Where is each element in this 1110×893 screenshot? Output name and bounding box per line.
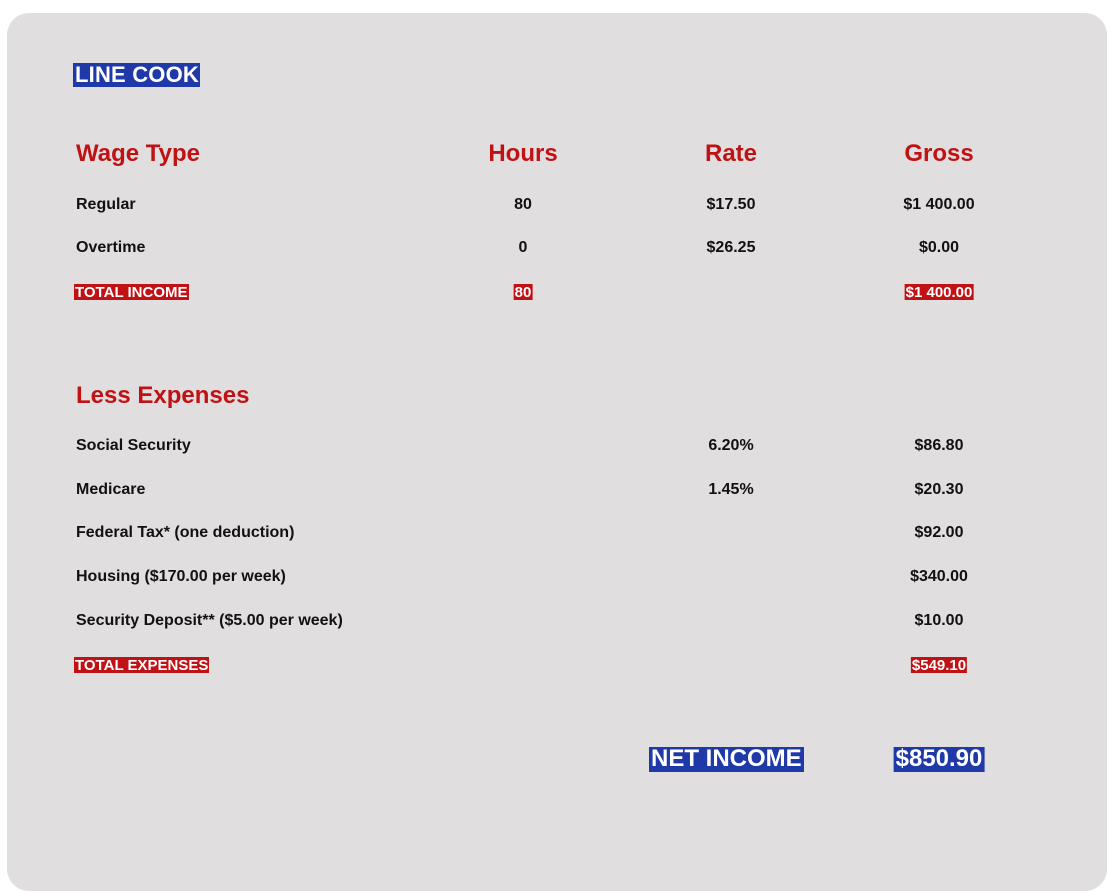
expense-row-label: Social Security — [76, 437, 191, 454]
expense-row-amount: $92.00 — [914, 524, 964, 541]
wage-row-label: Regular — [76, 196, 136, 213]
total-expenses-amount: $549.10 — [910, 657, 968, 674]
wage-row-gross: $0.00 — [918, 239, 960, 256]
expense-row-amount: $10.00 — [914, 612, 964, 629]
job-title: LINE COOK — [73, 62, 201, 87]
wage-row-label: Overtime — [76, 239, 146, 256]
expense-row-rate: 6.20% — [708, 437, 754, 454]
expense-row-label: Security Deposit** ($5.00 per week) — [76, 612, 343, 629]
expense-row-label: Federal Tax* (one deduction) — [76, 524, 295, 541]
wage-row-hours: 80 — [514, 196, 532, 213]
net-income-label: NET INCOME — [649, 745, 804, 772]
expense-row-label: Medicare — [76, 481, 146, 498]
wage-row-rate: $26.25 — [706, 239, 756, 256]
expense-row-amount: $20.30 — [914, 481, 964, 498]
total-income-hours: 80 — [513, 284, 533, 301]
wage-row-hours: 0 — [518, 239, 528, 256]
total-income-label: TOTAL INCOME — [74, 284, 189, 301]
net-income-amount: $850.90 — [893, 745, 985, 772]
expense-row-amount: $86.80 — [914, 437, 964, 454]
paystub-card: LINE COOK Wage Type Hours Rate Gross Reg… — [7, 13, 1107, 891]
header-rate: Rate — [704, 140, 758, 167]
header-hours: Hours — [488, 140, 558, 167]
expense-row-rate: 1.45% — [708, 481, 754, 498]
total-expenses-label: TOTAL EXPENSES — [74, 657, 210, 674]
header-gross: Gross — [904, 140, 974, 167]
expenses-heading: Less Expenses — [76, 382, 250, 409]
expense-row-amount: $340.00 — [910, 568, 968, 585]
wage-row-rate: $17.50 — [706, 196, 756, 213]
header-wage-type: Wage Type — [76, 140, 201, 167]
total-income-gross: $1 400.00 — [904, 284, 974, 301]
wage-row-gross: $1 400.00 — [903, 196, 975, 213]
expense-row-label: Housing ($170.00 per week) — [76, 568, 286, 585]
